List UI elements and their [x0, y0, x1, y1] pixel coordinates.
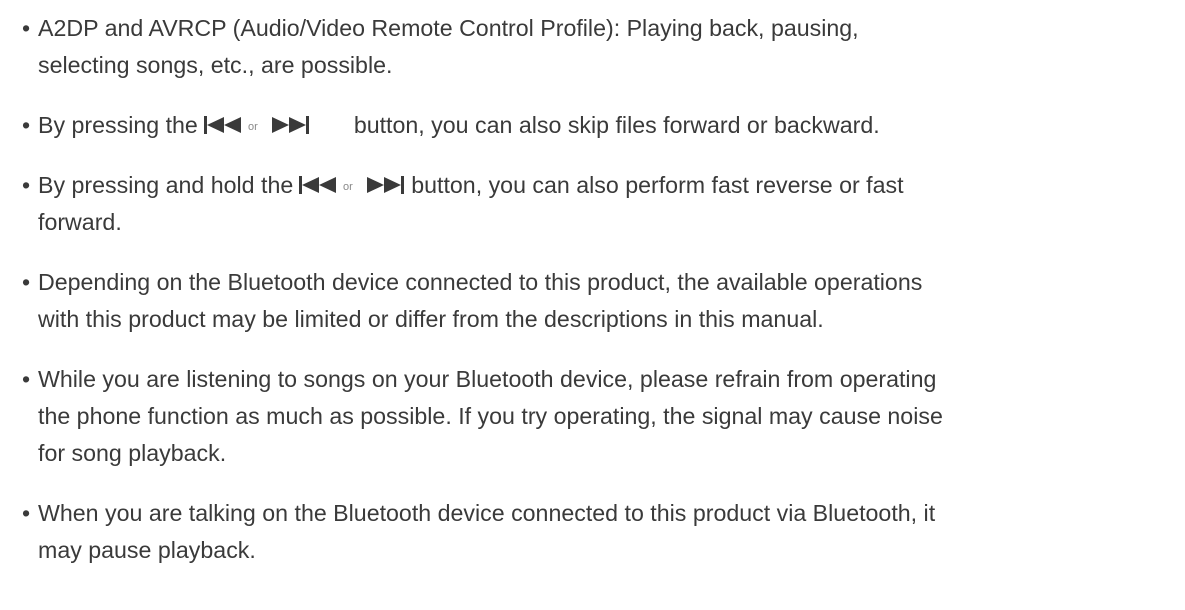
item-text: with this product may be limited or diff… [38, 306, 824, 332]
or-label: or [248, 121, 258, 133]
next-triangle-icon [367, 177, 385, 193]
skip-buttons-icon: or [299, 175, 409, 195]
list-item: • Depending on the Bluetooth device conne… [22, 264, 1172, 338]
item-text: button, you can also skip files forward … [353, 112, 880, 138]
next-bar-icon [401, 176, 405, 194]
item-text: By pressing and hold the [38, 172, 294, 198]
item-text: By pressing the [38, 112, 198, 138]
item-text: may pause playback. [38, 537, 256, 563]
prev-next-icon: or [203, 116, 309, 134]
list-item: • By pressing the or button, you can also… [22, 107, 1172, 144]
or-label: or [343, 181, 353, 193]
next-triangle-icon [271, 117, 289, 133]
bullet: • [22, 15, 31, 41]
next-triangle-icon [384, 177, 402, 193]
prev-bar-icon [299, 176, 303, 194]
list-item: • When you are talking on the Bluetooth d… [22, 495, 1172, 569]
item-text: While you are listening to songs on your… [38, 366, 937, 392]
next-triangle-icon [288, 117, 306, 133]
item-text: Depending on the Bluetooth device connec… [38, 269, 923, 295]
list-item: • While you are listening to songs on you… [22, 361, 1172, 472]
skip-buttons-icon: or [203, 115, 346, 135]
item-text: selecting songs, etc., are possible. [38, 52, 393, 78]
bullet: • [22, 366, 31, 392]
item-text: button, you can also perform fast revers… [411, 172, 904, 198]
item-text: A2DP and AVRCP (Audio/Video Remote Contr… [38, 15, 859, 41]
item-text: the phone function as much as possible. … [38, 403, 943, 429]
prev-next-icon: or [299, 176, 405, 194]
bullet: • [22, 112, 31, 138]
prev-bar-icon [203, 116, 207, 134]
bullet: • [22, 269, 31, 295]
bullet: • [22, 500, 31, 526]
prev-triangle-icon [223, 117, 241, 133]
prev-triangle-icon [302, 177, 320, 193]
item-text: When you are talking on the Bluetooth de… [38, 500, 936, 526]
list-item: • A2DP and AVRCP (Audio/Video Remote Cont… [22, 10, 1172, 84]
next-bar-icon [305, 116, 309, 134]
prev-triangle-icon [319, 177, 337, 193]
prev-triangle-icon [206, 117, 224, 133]
item-text: forward. [38, 209, 122, 235]
list-item: • By pressing and hold the or button, you… [22, 167, 1172, 241]
item-text: for song playback. [38, 440, 227, 466]
bullet: • [22, 172, 31, 198]
